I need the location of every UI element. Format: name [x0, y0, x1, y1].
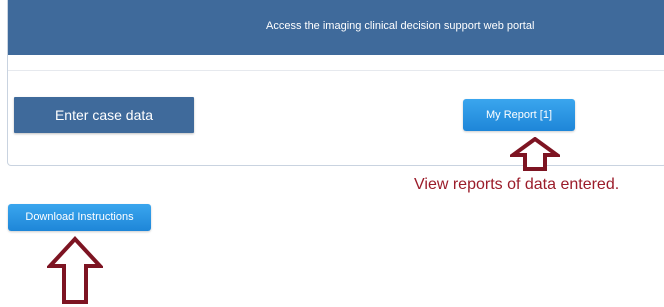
- my-report-button[interactable]: My Report [1]: [463, 99, 575, 131]
- panel-divider: [8, 70, 664, 71]
- up-arrow-icon: [47, 236, 103, 304]
- panel-header: Access the imaging clinical decision sup…: [8, 0, 664, 55]
- portal-panel: Access the imaging clinical decision sup…: [7, 0, 664, 166]
- report-annotation: View reports of data entered.: [414, 176, 620, 193]
- up-arrow-icon: [510, 137, 560, 171]
- panel-title: Access the imaging clinical decision sup…: [266, 20, 535, 32]
- download-instructions-button[interactable]: Download Instructions: [8, 204, 151, 231]
- enter-case-data-button[interactable]: Enter case data: [14, 97, 194, 133]
